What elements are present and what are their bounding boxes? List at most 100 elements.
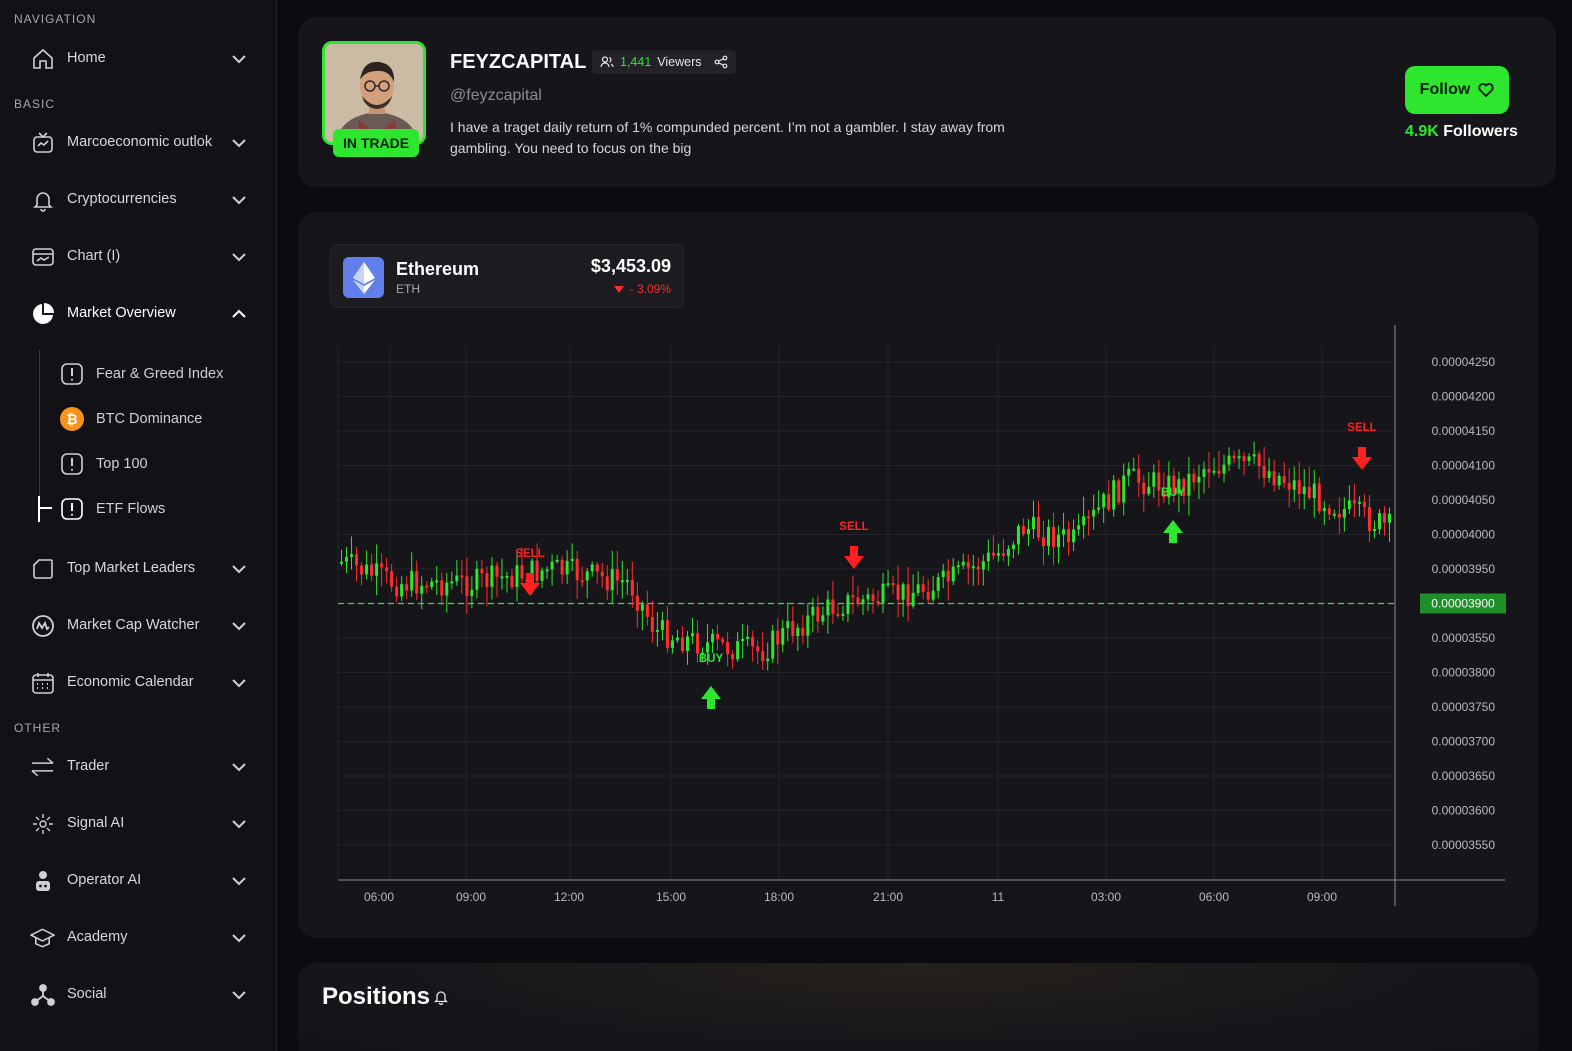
sidebar-item-label: Signal AI [67,815,125,831]
follow-button[interactable]: Follow [1405,66,1509,114]
tree-branch [38,496,52,522]
candle-body [1282,475,1286,483]
sidebar-subitem-fear-greed[interactable]: Fear & Greed Index [60,358,270,390]
alert-icon [60,452,84,476]
share-icon[interactable] [714,55,728,69]
candle-body [791,621,795,637]
sidebar-item-cryptocurrencies[interactable]: Cryptocurrencies [0,179,277,219]
sidebar-item-label: Marcoeconomic outlok [67,134,213,150]
candle-body [1377,513,1381,530]
candle-body [746,636,750,639]
candle-body [796,627,800,637]
candle-body [415,571,419,594]
candle-body [1312,483,1316,499]
candle-body [921,584,925,592]
sidebar-item-signal-ai[interactable]: Signal AI [0,803,277,843]
candle-body [385,567,389,572]
candle-body [1011,544,1015,550]
sidebar-item-chart[interactable]: Chart (I) [0,236,277,276]
candle-body [816,606,820,622]
candle-body [871,594,875,602]
candle-body [1077,525,1081,530]
sidebar-item-trader[interactable]: Trader [0,746,277,786]
candle-body [600,571,604,577]
bell-icon [30,187,55,212]
candle-body [1252,454,1256,457]
candle-body [1237,456,1241,459]
x-tick-label: 03:00 [1091,890,1121,904]
home-icon [30,46,55,71]
candle-body [1137,468,1141,483]
sidebar-subitem-btc-dominance[interactable]: ₿ BTC Dominance [60,403,270,435]
candle-body [490,565,494,587]
sidebar-item-market-cap-watcher[interactable]: Market Cap Watcher [0,605,277,645]
sidebar-item-macroeconomic[interactable]: Marcoeconomic outlok [0,122,277,162]
candle-body [475,568,479,590]
candle-body [941,570,945,578]
sidebar-item-label: Chart (I) [67,248,121,264]
robot-icon [30,868,55,893]
sidebar-item-academy[interactable]: Academy [0,917,277,957]
candle-body [515,565,519,587]
sidebar-item-operator-ai[interactable]: Operator AI [0,860,277,900]
profile-card: IN TRADE FEYZCAPITAL 1,441 Viewers @feyz… [298,17,1556,187]
candle-body [360,565,364,575]
y-tick-label: 0.00003800 [1432,666,1496,680]
candle-body [570,558,574,561]
viewers-label: Viewers [657,55,702,69]
candle-body [1262,466,1266,479]
sell-signal-label: SELL [515,548,544,560]
candle-body [1342,508,1346,518]
candle-body [1232,455,1236,459]
section-label-other: OTHER [14,721,61,735]
candle-body [435,580,439,583]
candle-body [1352,500,1356,504]
candle-body [991,552,995,556]
candle-body [1057,534,1061,548]
chevron-down-icon [232,820,246,829]
candle-body [1357,501,1361,504]
y-tick-label: 0.00003750 [1432,700,1496,714]
candle-body [806,615,810,636]
sidebar-item-home[interactable]: Home [0,38,277,78]
candlestick-chart[interactable]: 0.00004250 0.00004200 0.00004150 0.00004100… [298,212,1538,938]
sidebar-subitem-top-100[interactable]: Top 100 [60,448,270,480]
sidebar-item-social[interactable]: Social [0,974,277,1014]
candle-body [380,563,384,568]
sidebar-item-market-overview[interactable]: Market Overview [0,293,277,333]
candle-body [345,556,349,562]
candle-body [1287,482,1291,490]
candle-body [535,560,539,581]
sidebar-item-economic-calendar[interactable]: Economic Calendar [0,662,277,702]
positions-title: Positions [322,983,431,1010]
sell-signal-label: SELL [1347,422,1376,434]
candle-body [1152,472,1156,487]
candle-body [1337,513,1341,518]
sidebar-subitem-etf-flows[interactable]: ETF Flows [60,493,270,525]
candle-body [856,597,860,605]
candle-body [1217,470,1221,474]
candle-body [876,601,880,604]
candle-body [455,575,459,582]
candle-body [1192,473,1196,483]
x-tick-label: 18:00 [764,890,794,904]
candle-body [685,636,689,651]
sidebar-item-top-market-leaders[interactable]: Top Market Leaders [0,548,277,588]
candle-body [901,584,905,600]
sidebar-item-label: Home [67,50,106,66]
candle-body [670,640,674,648]
chart-panel: 0.00004250 0.00004200 0.00004150 0.00004100… [298,212,1538,938]
candle-body [410,571,414,591]
candle-body [520,565,524,579]
candle-body [1347,500,1351,509]
candle-body [826,599,830,616]
chevron-down-icon [232,55,246,64]
candle-body [630,580,634,596]
candle-body [711,633,715,643]
ticker-card[interactable]: Ethereum ETH $3,453.09 - 3.09% [330,244,684,308]
candle-body [911,592,915,607]
candle-body [721,639,725,643]
candle-body [595,564,599,572]
bell-icon[interactable] [434,989,448,1005]
candle-body [906,584,910,607]
